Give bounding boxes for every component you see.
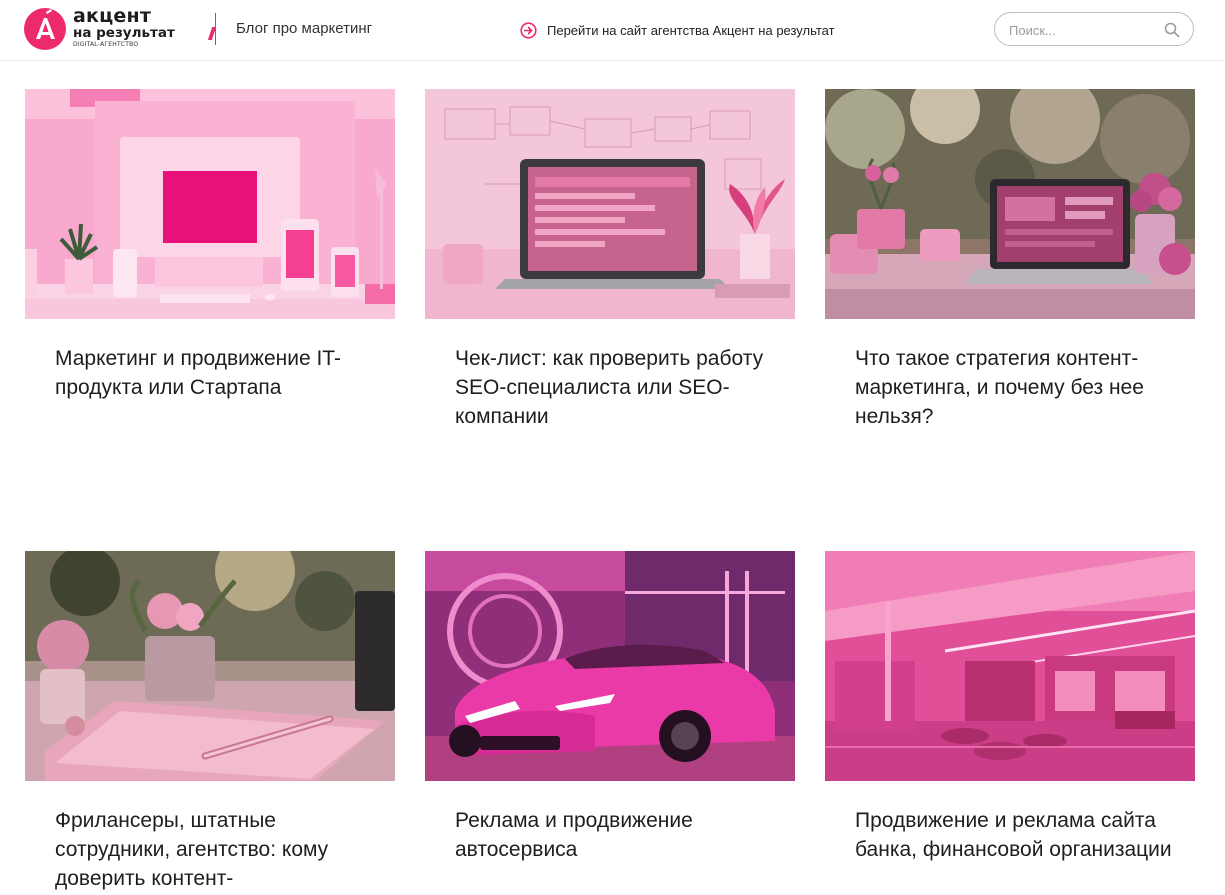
- post-image-bank-interior: [825, 551, 1195, 781]
- search-box: [994, 12, 1194, 46]
- post-title: Чек-лист: как проверить работу SEO-специ…: [455, 347, 764, 428]
- arrow-circle-icon: [520, 21, 537, 39]
- post-card-content-strategy[interactable]: Что такое стратегия контент-маркетинга, …: [825, 89, 1195, 428]
- agency-site-link[interactable]: Перейти на сайт агентства Акцент на резу…: [520, 21, 835, 39]
- post-title: Фрилансеры, штатные сотрудники, агентств…: [55, 809, 329, 890]
- logo-tagline: DIGITAL-АГЕНТСТВО: [73, 41, 139, 48]
- blog-title: Блог про маркетинг: [236, 20, 373, 37]
- agency-link-label: Перейти на сайт агентства Акцент на резу…: [547, 22, 835, 38]
- agency-logo[interactable]: акцент на результат DIGITAL-АГЕНТСТВО: [24, 5, 217, 52]
- post-card-it-product[interactable]: Маркетинг и продвижение IT-продукта или …: [25, 89, 395, 409]
- post-image-sports-car: [425, 551, 795, 781]
- post-image-desktop-workspace: [25, 89, 395, 319]
- post-image-notebook-pen: [25, 551, 395, 781]
- search-icon[interactable]: [1164, 22, 1180, 38]
- post-title: Что такое стратегия контент-маркетинга, …: [855, 347, 1144, 428]
- post-title: Продвижение и реклама сайта банка, финан…: [855, 809, 1172, 861]
- post-card-bank-promotion[interactable]: Продвижение и реклама сайта банка, финан…: [825, 551, 1195, 895]
- logo-text-line2: на результат: [73, 25, 175, 41]
- post-title: Реклама и продвижение автосервиса: [455, 809, 693, 861]
- post-title: Маркетинг и продвижение IT-продукта или …: [55, 347, 341, 399]
- logo-text-line1: акцент: [73, 5, 152, 27]
- header-divider: [215, 13, 216, 45]
- post-card-seo-checklist[interactable]: Чек-лист: как проверить работу SEO-специ…: [425, 89, 795, 428]
- post-card-car-service[interactable]: Реклама и продвижение автосервиса: [425, 551, 795, 871]
- post-image-laptop-cafe: [825, 89, 1195, 319]
- post-image-laptop-infographics: [425, 89, 795, 319]
- logo-a-icon: [24, 8, 66, 50]
- site-header: акцент на результат DIGITAL-АГЕНТСТВО Бл…: [0, 0, 1225, 61]
- search-input[interactable]: [1009, 21, 1159, 39]
- post-card-freelancers[interactable]: Фрилансеры, штатные сотрудники, агентств…: [25, 551, 395, 895]
